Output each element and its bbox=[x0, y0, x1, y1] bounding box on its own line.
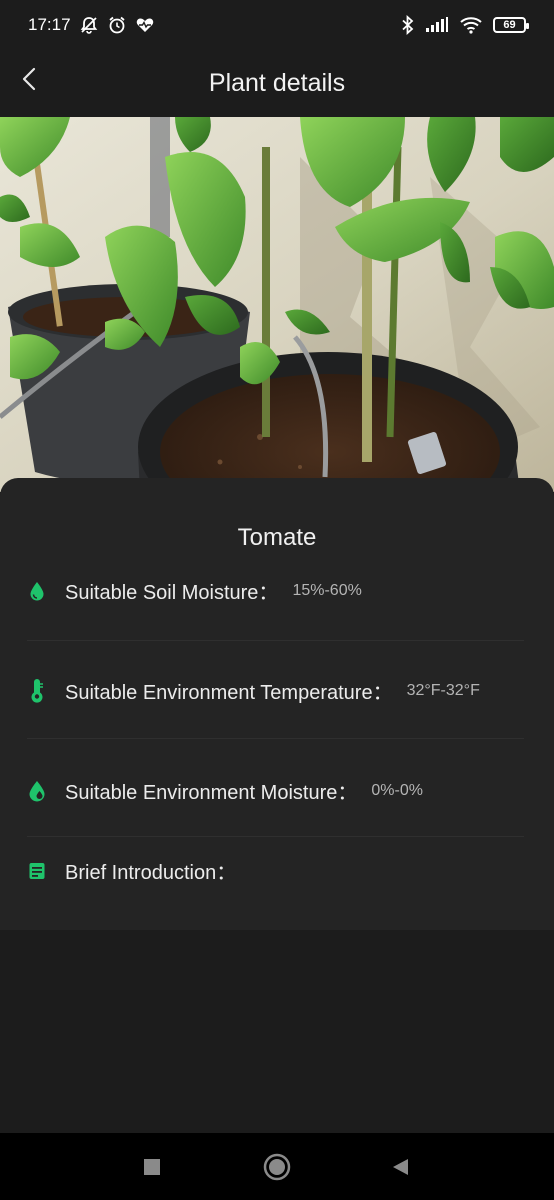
wifi-icon bbox=[459, 16, 483, 34]
battery-icon: 69 bbox=[493, 17, 529, 33]
status-time: 17:17 bbox=[28, 15, 71, 34]
status-left: 17:17 bbox=[28, 15, 155, 35]
recents-square-icon bbox=[144, 1159, 160, 1175]
document-icon bbox=[27, 859, 47, 883]
plant-details-screen: 17:17 69 Plant details Tomate Suitable S… bbox=[0, 0, 554, 1200]
page-title: Plant details bbox=[208, 68, 346, 97]
env-temperature-label: Suitable Environment Temperature： bbox=[65, 682, 393, 704]
soil-moisture-row: Suitable Soil Moisture： 15%-60% bbox=[27, 576, 527, 605]
humidity-drop-icon bbox=[27, 779, 47, 803]
intro-row: Brief Introduction： bbox=[27, 856, 527, 885]
env-moisture-row: Suitable Environment Moisture： 0%-0% bbox=[27, 776, 527, 805]
env-moisture-value: 0%-0% bbox=[371, 781, 423, 799]
home-circle-icon bbox=[263, 1153, 291, 1181]
home-button[interactable] bbox=[263, 1153, 291, 1181]
back-nav-button[interactable] bbox=[390, 1157, 410, 1177]
back-triangle-icon bbox=[393, 1159, 408, 1175]
divider bbox=[27, 738, 524, 739]
bluetooth-icon bbox=[401, 15, 415, 35]
plant-detail-sheet: Tomate Suitable Soil Moisture： 15%-60% S… bbox=[0, 478, 554, 930]
system-nav-bar bbox=[0, 1133, 554, 1200]
divider bbox=[27, 640, 524, 641]
app-header: Plant details bbox=[0, 50, 554, 116]
env-moisture-label: Suitable Environment Moisture： bbox=[65, 782, 358, 804]
env-temperature-value: 32°F-32°F bbox=[406, 681, 480, 699]
status-right: 69 bbox=[401, 15, 529, 35]
env-temperature-row: Suitable Environment Temperature： 32°F-3… bbox=[27, 676, 527, 705]
signal-icon bbox=[425, 17, 449, 33]
plant-photo bbox=[0, 117, 554, 492]
intro-label: Brief Introduction： bbox=[65, 862, 237, 884]
recents-button[interactable] bbox=[142, 1157, 162, 1177]
bell-off-icon bbox=[79, 15, 99, 35]
alarm-icon bbox=[107, 15, 127, 35]
soil-moisture-value: 15%-60% bbox=[292, 581, 362, 599]
back-chevron-icon bbox=[22, 67, 36, 91]
soil-moisture-label: Suitable Soil Moisture： bbox=[65, 582, 279, 604]
plant-name: Tomate bbox=[237, 524, 317, 551]
status-bar: 17:17 69 bbox=[0, 0, 554, 50]
thermometer-icon bbox=[27, 678, 47, 703]
water-drop-icon bbox=[27, 579, 47, 603]
divider bbox=[27, 836, 524, 837]
back-button[interactable] bbox=[16, 64, 42, 94]
heart-rate-icon bbox=[135, 15, 155, 35]
